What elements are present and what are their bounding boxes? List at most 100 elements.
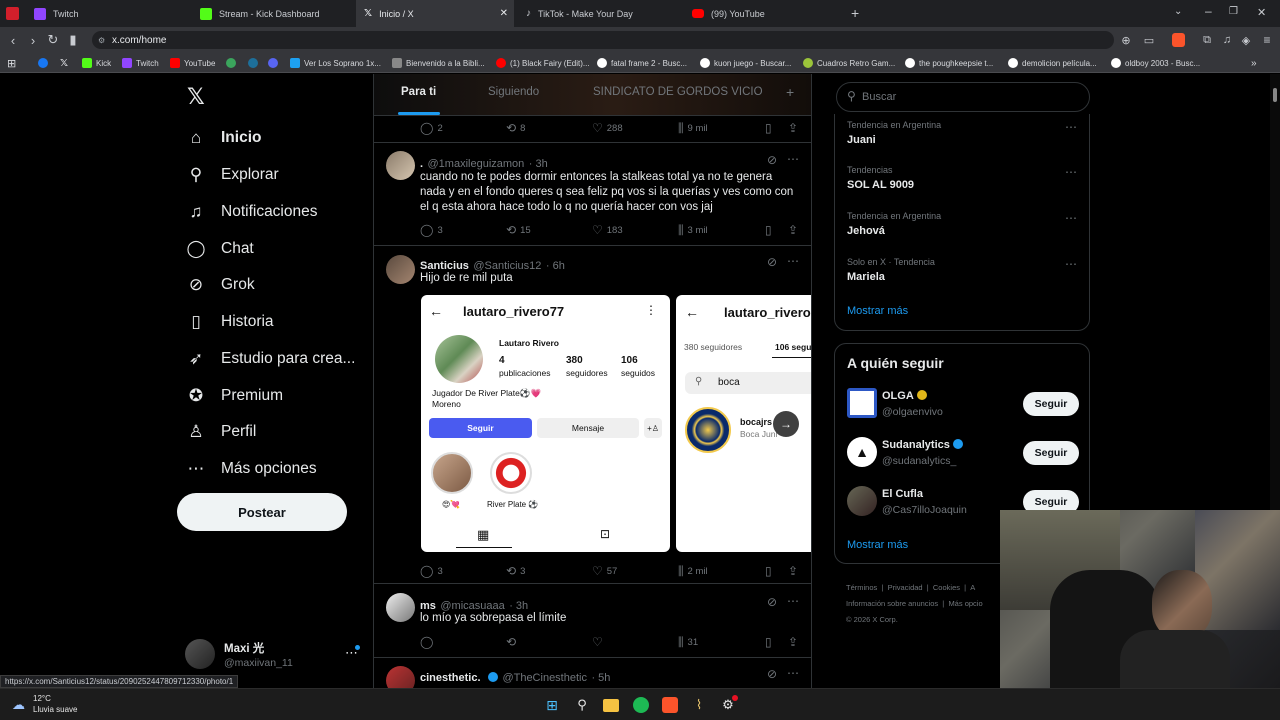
avatar[interactable] xyxy=(386,666,415,688)
tweet-author-handle[interactable]: @TheCinesthetic xyxy=(502,672,587,684)
more-icon[interactable]: ⋯ xyxy=(1065,120,1077,134)
sidebar-item-explorar[interactable]: ⚲ Explorar xyxy=(185,160,279,190)
post-button[interactable]: Postear xyxy=(177,493,347,531)
like-button[interactable]: ♡ 288 xyxy=(592,121,623,135)
grok-icon[interactable]: ⊘ xyxy=(767,255,777,269)
back-icon[interactable]: ‹ xyxy=(3,27,23,53)
search-input[interactable]: ⚲ Buscar xyxy=(836,82,1090,112)
bookmark-item[interactable]: Kick xyxy=(82,55,111,71)
sidebar-item-premium[interactable]: ✪ Premium xyxy=(185,381,283,411)
follow-button[interactable]: Seguir xyxy=(1023,392,1079,416)
footer-link[interactable]: Cookies xyxy=(933,583,960,592)
reply-button[interactable]: ◯ xyxy=(420,635,433,649)
bookmark-button[interactable]: ▯ xyxy=(765,564,772,578)
browser-tab[interactable]: Twitch xyxy=(26,0,192,27)
x-logo-icon[interactable]: 𝕏 xyxy=(187,84,205,110)
bookmark-item[interactable]: YouTube xyxy=(170,55,215,71)
avatar[interactable] xyxy=(386,151,415,180)
more-icon[interactable]: ⋯ xyxy=(787,152,799,166)
sidebar-item-historia[interactable]: ▯ Historia xyxy=(185,307,273,337)
reply-button[interactable]: ◯ 2 xyxy=(420,121,443,135)
tweet-author-name[interactable]: cinesthetic. xyxy=(420,672,481,684)
footer-link[interactable]: Información sobre anuncios xyxy=(846,599,938,608)
cast-icon[interactable]: ▭ xyxy=(1139,27,1159,53)
tweet-time[interactable]: · 3h xyxy=(529,158,548,170)
bookmark-item[interactable]: Ver Los Soprano 1x... xyxy=(290,55,381,71)
close-tab-icon[interactable]: ✕ xyxy=(500,8,508,19)
repost-button[interactable]: ⟲ 15 xyxy=(506,223,531,237)
browser-tab[interactable]: (99) YouTube xyxy=(684,0,848,27)
bookmark-item[interactable]: demolicion película... xyxy=(1008,55,1097,71)
like-button[interactable]: ♡ 183 xyxy=(592,223,623,237)
views-button[interactable]: ⫼ 31 xyxy=(678,635,698,650)
sidebar-item-mas-opciones[interactable]: ⋯ Más opciones xyxy=(185,454,317,484)
like-button[interactable]: ♡ 57 xyxy=(592,564,617,578)
sidebar-item-perfil[interactable]: ♙ Perfil xyxy=(185,417,256,447)
bookmark-item[interactable]: fatal frame 2 - Busc... xyxy=(597,55,687,71)
like-button[interactable]: ♡ xyxy=(592,635,603,649)
app-icon[interactable]: ⌇ xyxy=(691,697,707,713)
views-button[interactable]: ⫼ 9 mil xyxy=(678,121,708,136)
extensions-icon[interactable]: ⧉ xyxy=(1197,27,1217,53)
bookmark-button[interactable]: ▯ xyxy=(765,635,772,649)
grok-icon[interactable]: ⊘ xyxy=(767,595,777,609)
more-icon[interactable]: ⋯ xyxy=(1065,165,1077,179)
more-bookmarks-icon[interactable]: » xyxy=(1251,55,1257,71)
sidebar-item-grok[interactable]: ⊘ Grok xyxy=(185,270,255,300)
grok-icon[interactable]: ⊘ xyxy=(767,153,777,167)
tweet-time[interactable]: · 5h xyxy=(591,672,610,684)
brave-shield-icon[interactable] xyxy=(1172,33,1185,47)
bookmark-icon-item[interactable] xyxy=(248,55,258,71)
show-more-link[interactable]: Mostrar más xyxy=(847,305,908,317)
repost-button[interactable]: ⟲ 3 xyxy=(506,564,525,578)
more-icon[interactable]: ⋯ xyxy=(787,666,799,680)
menu-icon[interactable]: ≡ xyxy=(1257,27,1277,53)
bookmark-item[interactable]: oldboy 2003 - Busc... xyxy=(1111,55,1200,71)
reload-icon[interactable]: ↻ xyxy=(43,27,63,53)
browser-tab-active[interactable]: 𝕏 Inicio / X ✕ xyxy=(356,0,514,27)
reply-button[interactable]: ◯ 3 xyxy=(420,564,443,578)
tweet-image[interactable]: ← lautaro_rivero77 380 seguidores 106 se… xyxy=(676,295,811,552)
spotify-icon[interactable] xyxy=(633,697,649,713)
footer-link[interactable]: Privacidad xyxy=(888,583,923,592)
sidebar-item-estudio[interactable]: ➶ Estudio para crea... xyxy=(185,344,356,374)
minimize-icon[interactable]: – xyxy=(1205,4,1212,18)
account-switcher[interactable]: Maxi 光 @maxiivan_11 ⋯ xyxy=(185,637,360,671)
bookmark-item[interactable]: kuon juego - Buscar... xyxy=(700,55,791,71)
bookmark-item[interactable]: Bienvenido a la Bibli... xyxy=(392,55,485,71)
trend-item[interactable]: Tendencia en Argentina Jehová ⋯ xyxy=(847,211,1083,237)
trend-item[interactable]: Solo en X · Tendencia Mariela ⋯ xyxy=(847,257,1083,283)
reply-button[interactable]: ◯ 3 xyxy=(420,223,443,237)
tab-list[interactable]: SINDICATO DE GORDOS VICIO xyxy=(593,86,763,98)
new-tab-icon[interactable]: + xyxy=(851,5,859,21)
vpn-icon[interactable]: ◈ xyxy=(1236,27,1256,53)
tweet-time[interactable]: · 6h xyxy=(546,260,565,272)
forward-icon[interactable]: › xyxy=(23,27,43,53)
avatar[interactable] xyxy=(386,255,415,284)
tab-search-icon[interactable]: ⌄ xyxy=(1174,6,1182,17)
show-more-link[interactable]: Mostrar más xyxy=(847,539,908,551)
brave-icon[interactable] xyxy=(662,697,678,713)
footer-link[interactable]: Más opcio xyxy=(948,599,982,608)
tab-para-ti[interactable]: Para ti xyxy=(401,86,436,98)
browser-tab[interactable]: ♪ TikTok - Make Your Day xyxy=(518,0,682,27)
share-button[interactable]: ⇪ xyxy=(788,635,798,649)
more-icon[interactable]: ⋯ xyxy=(1065,257,1077,271)
sidebar-item-inicio[interactable]: ⌂ Inicio xyxy=(185,123,262,153)
scrollbar-thumb[interactable] xyxy=(1273,88,1277,102)
weather-widget[interactable]: ☁ 12°C Lluvia suave xyxy=(10,693,100,717)
bookmark-button[interactable]: ▯ xyxy=(765,223,772,237)
windows-start-icon[interactable]: ⊞ xyxy=(544,697,560,713)
tweet[interactable]: Santicius @Santicius12 · 6h ⊘ ⋯ Hijo de … xyxy=(374,246,811,584)
bookmark-item[interactable]: Twitch xyxy=(122,55,159,71)
more-icon[interactable]: ⋯ xyxy=(1065,211,1077,225)
bookmark-item[interactable]: (1) Black Fairy (Edit)... xyxy=(496,55,590,71)
trend-item[interactable]: Tendencia en Argentina Juani ⋯ xyxy=(847,120,1083,146)
views-button[interactable]: ⫼ 2 mil xyxy=(678,564,708,579)
bookmark-page-icon[interactable]: ▮ xyxy=(63,27,83,53)
x-bookmark-icon[interactable]: 𝕏 xyxy=(60,55,68,71)
bookmark-button[interactable]: ▯ xyxy=(765,121,772,135)
bookmark-item[interactable]: the poughkeepsie t... xyxy=(905,55,993,71)
file-explorer-icon[interactable] xyxy=(603,699,619,712)
grok-icon[interactable]: ⊘ xyxy=(767,667,777,681)
